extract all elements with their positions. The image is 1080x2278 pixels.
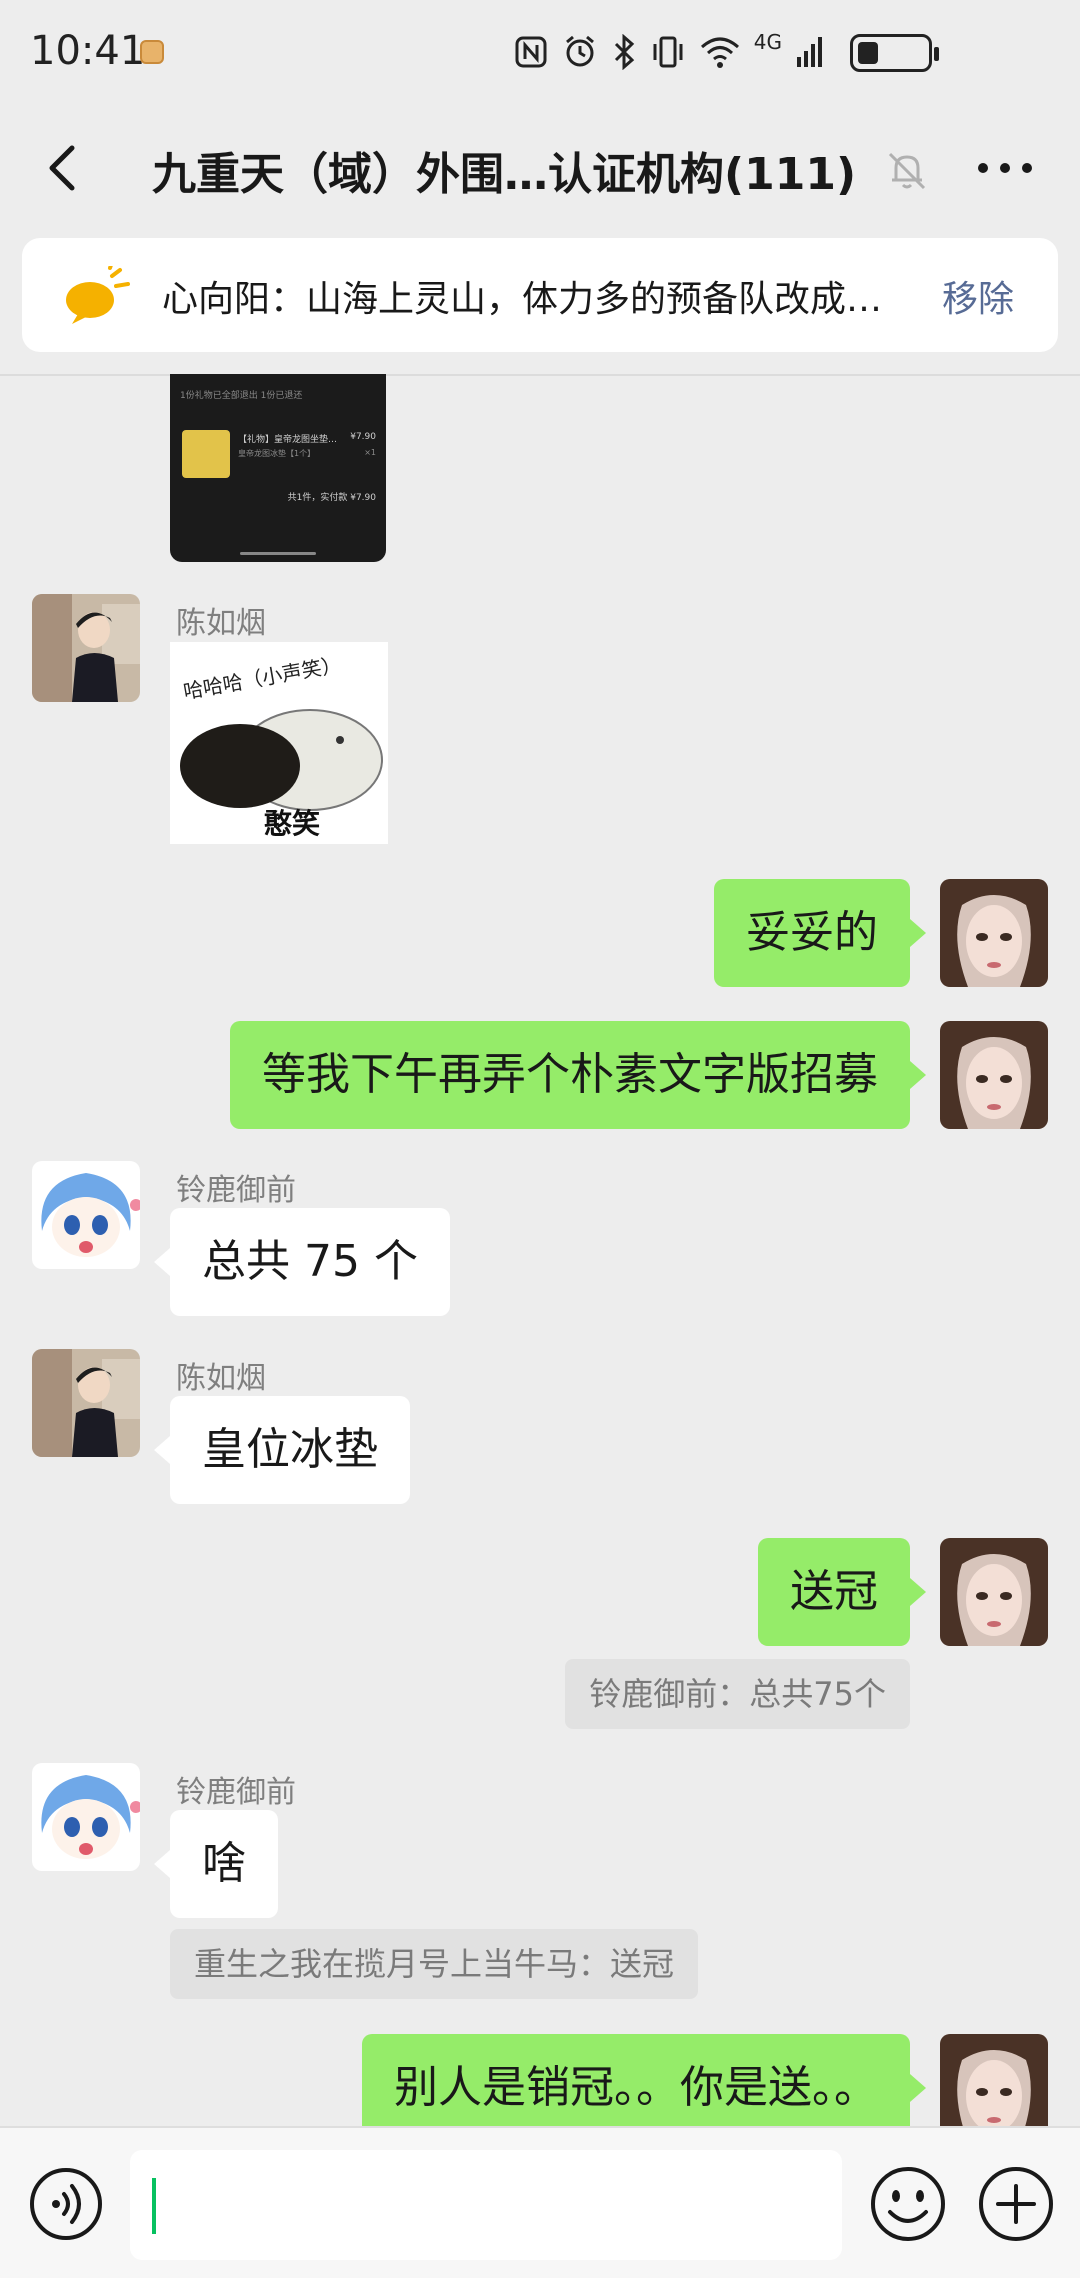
bluetooth-icon (614, 34, 634, 70)
emoji-icon (871, 2167, 945, 2241)
voice-button[interactable] (28, 2166, 104, 2242)
self-avatar-image (940, 1021, 1048, 1129)
more-options-icon[interactable] (970, 138, 1040, 198)
battery-icon (850, 34, 939, 72)
self-avatar[interactable] (940, 879, 1048, 987)
pinned-notice[interactable]: 心向阳：山海上灵山，体力多的预备队改成… 移除 (22, 238, 1058, 352)
vibrate-icon (653, 36, 683, 68)
quoted-message[interactable]: 铃鹿御前：总共75个 (565, 1659, 910, 1729)
mute-bell-icon (888, 152, 926, 190)
screenshot-item-price: ¥7.90 (350, 432, 376, 442)
self-avatar[interactable] (940, 1538, 1048, 1646)
plus-icon (979, 2167, 1053, 2241)
chat-screen: 10:41 4G 九重天（域）外围…认证机构(111) 心向阳：山海上灵山，体力… (0, 0, 1080, 2278)
sender-name: 铃鹿御前 (176, 1173, 296, 1208)
announcement-icon (66, 266, 130, 324)
product-thumbnail (182, 430, 230, 478)
sender-name: 铃鹿御前 (176, 1775, 296, 1810)
home-indicator (240, 552, 316, 555)
sender-name: 陈如烟 (176, 1361, 266, 1396)
screenshot-item-title: 【礼物】皇帝龙图坐垫… (238, 435, 338, 445)
remove-pinned-button[interactable]: 移除 (942, 270, 1014, 322)
screenshot-line: 1份礼物已全部退出 1份已退还 (180, 391, 303, 401)
self-avatar-image (940, 1538, 1048, 1646)
self-avatar[interactable] (940, 1021, 1048, 1129)
status-icons: 4G (514, 30, 822, 72)
app-notification-icon (140, 40, 164, 64)
outgoing-message[interactable]: 妥妥的 (714, 879, 926, 987)
input-bar (0, 2126, 1080, 2278)
avatar[interactable] (32, 1763, 140, 1871)
alarm-icon (565, 35, 594, 67)
more-features-button[interactable] (976, 2164, 1056, 2244)
outgoing-message[interactable]: 送冠 (758, 1538, 926, 1646)
chat-header: 九重天（域）外围…认证机构(111) (0, 108, 1080, 236)
status-bar: 10:41 4G (0, 0, 1080, 108)
incoming-message[interactable]: 啥 (154, 1810, 278, 1918)
wifi-icon (700, 37, 739, 68)
sender-name: 陈如烟 (176, 606, 266, 641)
self-avatar-image (940, 879, 1048, 987)
emoji-button[interactable] (868, 2164, 948, 2244)
avatar-image (32, 1763, 140, 1871)
battery-level (858, 42, 878, 64)
quoted-message[interactable]: 重生之我在揽月号上当牛马：送冠 (170, 1929, 699, 1999)
voice-icon (30, 2168, 102, 2240)
avatar[interactable] (32, 1161, 140, 1269)
avatar[interactable] (32, 594, 140, 702)
avatar-image (32, 1161, 140, 1269)
divider (0, 374, 1080, 376)
back-button[interactable] (34, 138, 94, 198)
signal-bars-icon (797, 37, 822, 67)
avatar-image (32, 1349, 140, 1457)
image-message[interactable]: 1份礼物已全部退出 1份已退还 【礼物】皇帝龙图坐垫… 皇帝龙图冰垫【1个】 ¥… (170, 374, 386, 562)
avatar[interactable] (32, 1349, 140, 1457)
screenshot-item-sub: 皇帝龙图冰垫【1个】 (238, 449, 316, 458)
message-input[interactable] (130, 2150, 842, 2260)
incoming-message[interactable]: 总共 75 个 (154, 1208, 450, 1316)
screenshot-total: 共1件，实付款 ¥7.90 (287, 493, 376, 503)
pinned-text: 心向阳：山海上灵山，体力多的预备队改成… (162, 279, 883, 320)
chat-title: 九重天（域）外围…认证机构(111) (152, 149, 857, 200)
outgoing-message[interactable]: 等我下午再弄个朴素文字版招募 (230, 1021, 926, 1129)
sticker-message[interactable]: 哈哈哈（小声笑） 憨笑 (170, 642, 388, 844)
text-cursor (152, 2178, 156, 2234)
chevron-left-icon (49, 145, 75, 191)
avatar-image (32, 594, 140, 702)
sticker-bottom-text: 憨笑 (264, 807, 321, 840)
status-time: 10:41 (30, 28, 146, 74)
nfc-icon (515, 36, 547, 68)
incoming-message[interactable]: 皇位冰垫 (154, 1396, 410, 1504)
screenshot-item-qty: ×1 (364, 448, 376, 457)
signal-4g-icon: 4G (753, 30, 782, 54)
